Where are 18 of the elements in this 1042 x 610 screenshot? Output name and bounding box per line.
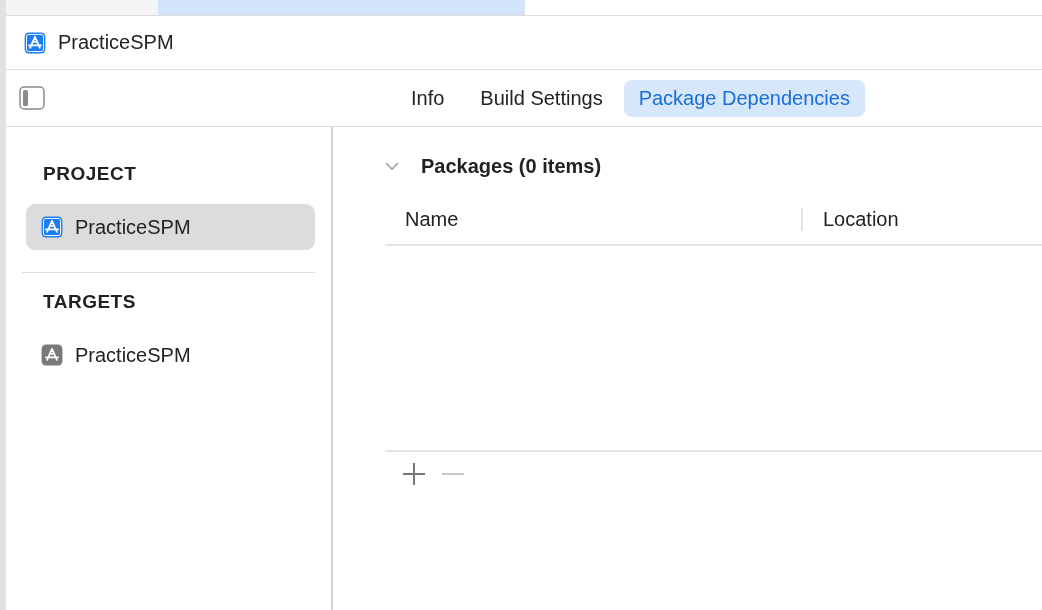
column-header[interactable]: Name — [385, 207, 803, 231]
tab[interactable]: Package Dependencies — [623, 79, 865, 117]
sidebar-item[interactable]: PracticeSPM — [26, 204, 315, 250]
sidebar-item[interactable]: PracticeSPM — [26, 332, 315, 378]
app-store-icon — [41, 216, 63, 238]
disclosure-chevron-icon[interactable] — [385, 161, 399, 171]
section-heading: PROJECT — [43, 163, 138, 185]
section-title: Packages (0 items) — [421, 154, 602, 178]
app-target-icon — [41, 344, 63, 366]
tab[interactable]: Info — [396, 79, 460, 117]
project-title: PracticeSPM — [58, 31, 174, 54]
column-header[interactable]: Location — [803, 207, 899, 231]
section-heading: TARGETS — [43, 291, 137, 313]
sidebar-toggle-icon[interactable] — [19, 86, 45, 110]
tab[interactable]: Build Settings — [465, 79, 618, 117]
plus-icon — [400, 460, 428, 488]
app-store-icon — [24, 31, 46, 54]
minus-icon — [442, 473, 464, 475]
